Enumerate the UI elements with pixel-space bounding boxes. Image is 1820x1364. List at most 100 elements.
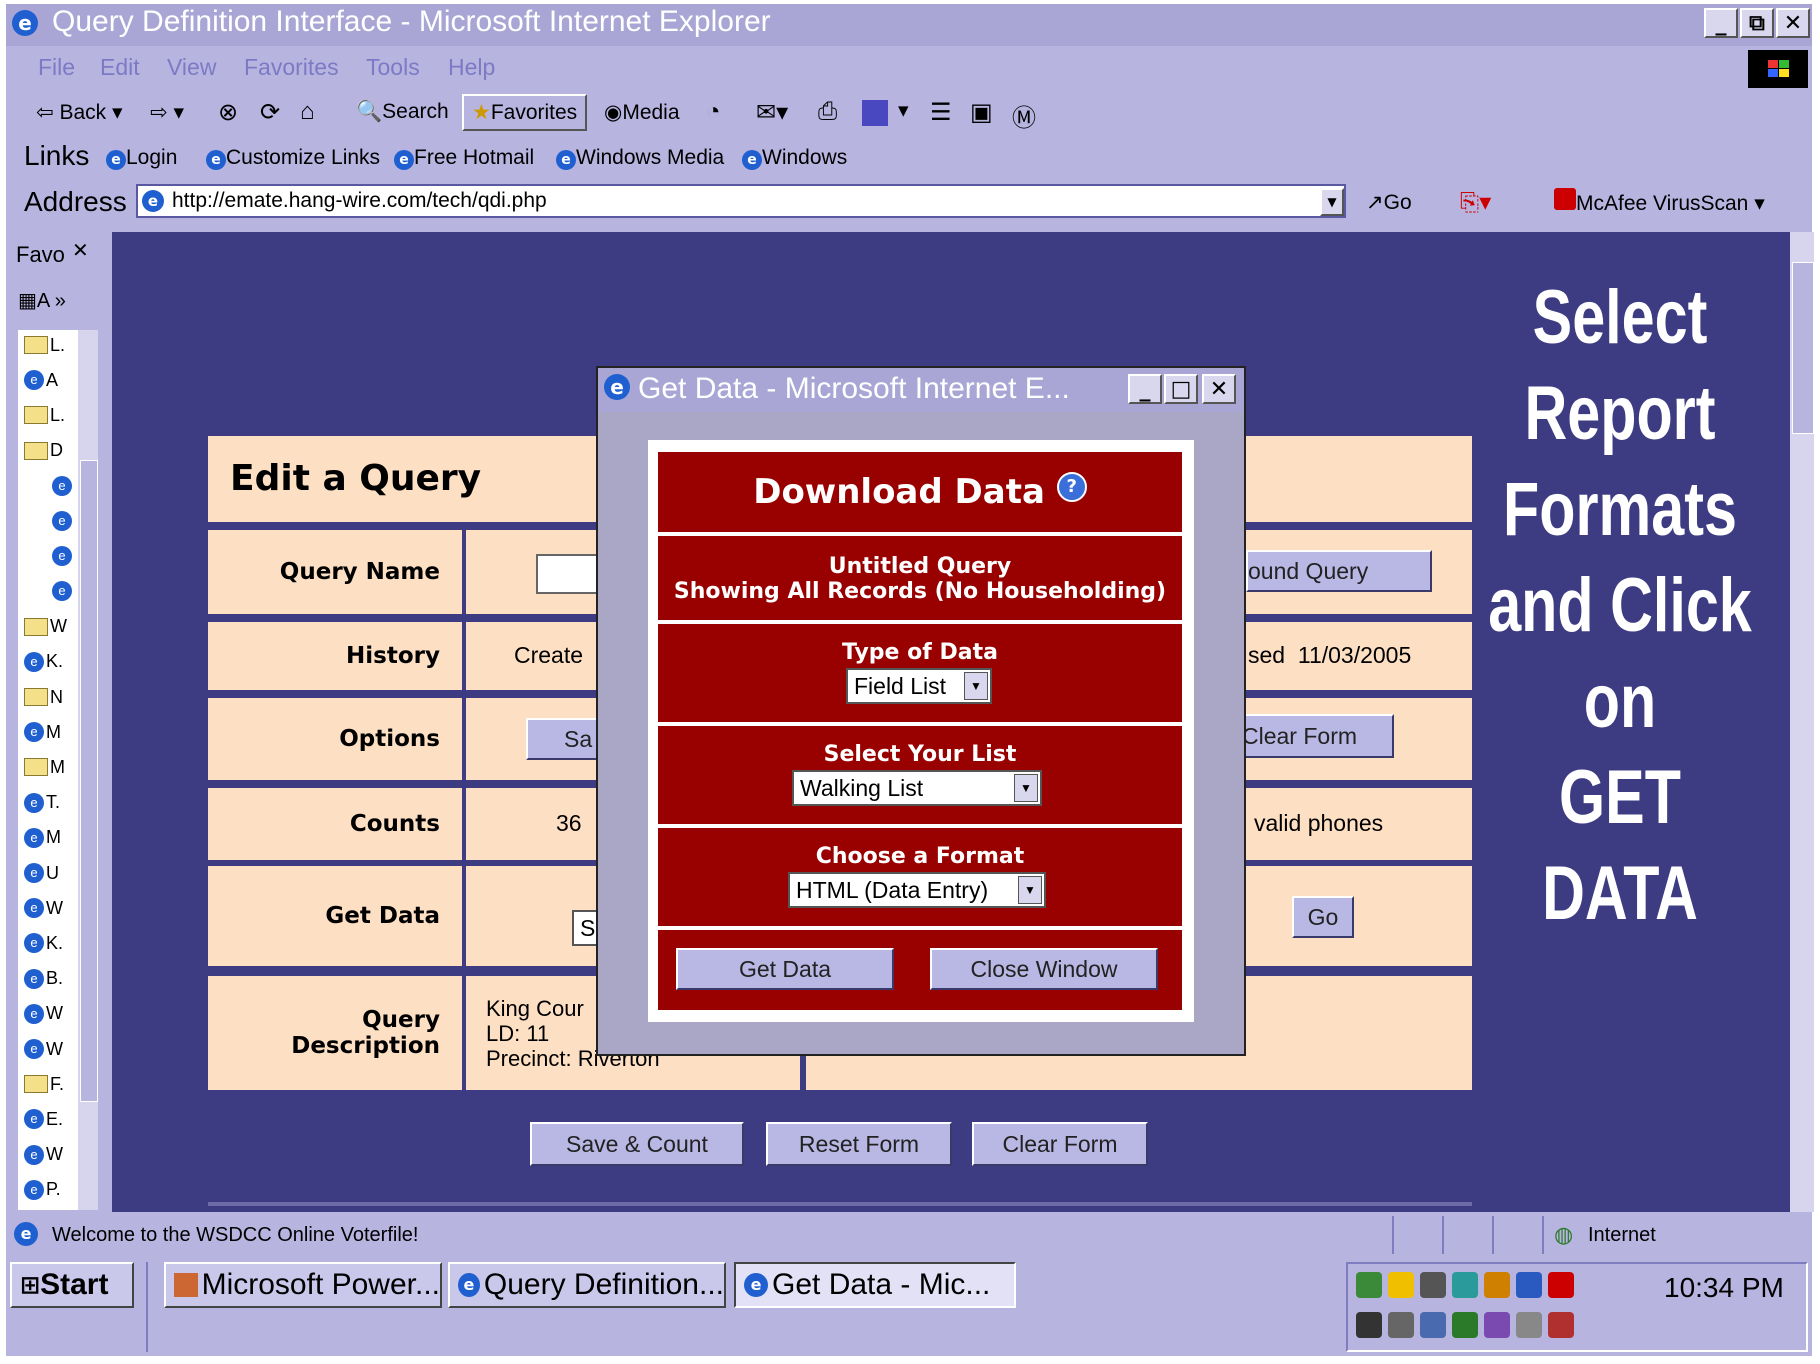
menu-favorites[interactable]: Favorites (244, 54, 339, 81)
favorites-item[interactable]: eU (24, 858, 59, 888)
popup-close-button[interactable]: ✕ (1202, 374, 1236, 404)
display-icon[interactable] (1420, 1272, 1446, 1298)
settings-tray-icon[interactable] (1516, 1312, 1542, 1338)
link-login[interactable]: e Login (106, 146, 177, 170)
favorites-item[interactable]: eM (24, 717, 61, 747)
favorites-item[interactable]: e P. (24, 1175, 61, 1205)
favorites-item[interactable]: e T. (24, 788, 60, 818)
favorites-item[interactable]: e (52, 576, 74, 606)
mcafee-tool-icon[interactable]: Ⓜ (1012, 98, 1036, 133)
favorites-item[interactable]: e K. (24, 647, 63, 677)
favorites-add-button[interactable]: ▦A » (18, 288, 66, 313)
pdf-icon[interactable]: ⎘▾ (1460, 188, 1491, 217)
favorites-item[interactable]: e (52, 541, 74, 571)
task-powerpoint[interactable]: Microsoft Power... (164, 1262, 442, 1308)
volume-icon[interactable] (1388, 1272, 1414, 1298)
favorites-item[interactable]: D (24, 436, 63, 466)
favorites-item[interactable]: N (24, 682, 63, 712)
page-scrollbar[interactable] (1790, 232, 1814, 1212)
query-name-input[interactable] (536, 554, 600, 594)
history-icon[interactable]: ◔ (706, 98, 721, 126)
favorites-item[interactable]: L. (24, 330, 65, 360)
link-customize-links[interactable]: e Customize Links (206, 146, 380, 170)
link-free-hotmail[interactable]: e Free Hotmail (394, 146, 534, 170)
stop-icon[interactable]: ⊗ (218, 98, 238, 127)
popup-maximize-button[interactable]: □ (1164, 374, 1198, 404)
select-list-select[interactable]: Walking List ▼ (792, 770, 1042, 806)
security-icon[interactable] (1452, 1272, 1478, 1298)
get-data-go-button[interactable]: Go (1292, 896, 1354, 938)
scrollbar-thumb[interactable] (1792, 262, 1814, 434)
help-icon[interactable]: ? (1056, 472, 1087, 502)
menu-help[interactable]: Help (448, 54, 495, 81)
favorites-item[interactable]: e B. (24, 964, 63, 994)
options-clear-form-button[interactable]: Clear Form (1240, 714, 1394, 758)
favorites-item[interactable]: e E. (24, 1104, 63, 1134)
clear-form-button[interactable]: Clear Form (972, 1122, 1148, 1166)
menu-tools[interactable]: Tools (366, 54, 420, 81)
favorites-close-icon[interactable]: ✕ (72, 238, 89, 263)
messenger-icon[interactable] (862, 100, 888, 126)
refresh-icon[interactable]: ⟳ (260, 98, 280, 127)
camera-icon[interactable] (1388, 1312, 1414, 1338)
menu-view[interactable]: View (167, 54, 216, 81)
close-window-button[interactable]: Close Window (930, 948, 1158, 990)
sync-icon[interactable] (1420, 1312, 1446, 1338)
notepad-icon[interactable]: ☰ (930, 98, 952, 127)
home-icon[interactable]: ⌂ (300, 98, 315, 126)
discuss-icon[interactable]: ▣ (970, 98, 993, 127)
favorites-item[interactable]: eW (24, 893, 63, 923)
dropdown-arrow-icon[interactable]: ▾ (898, 98, 909, 123)
print-icon[interactable]: ⎙ (818, 98, 837, 126)
back-button[interactable]: ⇦ Back ▾ (36, 100, 123, 125)
popup-minimize-button[interactable]: _ (1128, 374, 1162, 404)
app-tray-icon[interactable] (1484, 1312, 1510, 1338)
get-data-button[interactable]: Get Data (676, 948, 894, 990)
favorites-item[interactable]: e (52, 506, 74, 536)
minimize-button[interactable]: _ (1704, 8, 1738, 38)
address-input[interactable]: http://emate.hang-wire.com/tech/qdi.php (136, 184, 1346, 218)
alert-tray-icon[interactable] (1548, 1312, 1574, 1338)
network-icon[interactable] (1356, 1272, 1382, 1298)
menu-edit[interactable]: Edit (100, 54, 140, 81)
compound-query-button[interactable]: ound Query (1246, 550, 1432, 592)
favorites-item[interactable]: eW (24, 999, 63, 1029)
link-windows[interactable]: e Windows (742, 146, 847, 170)
favorites-item[interactable]: eM (24, 823, 61, 853)
reset-form-button[interactable]: Reset Form (766, 1122, 952, 1166)
choose-format-select[interactable]: HTML (Data Entry) ▼ (788, 872, 1046, 908)
menu-file[interactable]: File (38, 54, 75, 81)
favorites-item[interactable]: eA (24, 365, 58, 395)
go-button[interactable]: ↗Go (1366, 190, 1412, 215)
favorites-item[interactable]: eW (24, 1140, 63, 1170)
media-button[interactable]: ◉Media (604, 100, 680, 125)
mcafee-virusscan-button[interactable]: McAfee VirusScan ▾ (1554, 188, 1765, 216)
favorites-button[interactable]: ★Favorites (462, 94, 588, 131)
favorites-item[interactable]: e (52, 471, 74, 501)
restore-button[interactable]: ⧉ (1740, 8, 1774, 38)
forward-button[interactable]: ⇨ ▾ (150, 100, 184, 125)
favorites-item[interactable]: eW (24, 1034, 63, 1064)
address-dropdown-arrow[interactable]: ▼ (1320, 188, 1344, 216)
save-count-button[interactable]: Save & Count (530, 1122, 744, 1166)
favorites-item[interactable]: e K. (24, 928, 63, 958)
favorites-scrollbar[interactable] (78, 330, 98, 1210)
mcafee-shield-icon[interactable] (1452, 1312, 1478, 1338)
task-get-data[interactable]: e Get Data - Mic... (734, 1262, 1016, 1308)
update-icon[interactable] (1516, 1272, 1542, 1298)
favorites-item[interactable]: W (24, 612, 67, 642)
mcafee-tray-icon[interactable] (1548, 1272, 1574, 1298)
search-button[interactable]: 🔍Search (356, 100, 449, 124)
close-button[interactable]: ✕ (1776, 8, 1810, 38)
mail-icon[interactable]: ✉▾ (756, 98, 788, 127)
favorites-item[interactable]: L. (24, 400, 65, 430)
link-windows-media[interactable]: e Windows Media (556, 146, 724, 170)
monitor-icon[interactable] (1356, 1312, 1382, 1338)
favorites-item[interactable]: F. (24, 1069, 64, 1099)
options-save-button[interactable]: Sa (526, 718, 606, 760)
messenger-tray-icon[interactable] (1484, 1272, 1510, 1298)
favorites-item[interactable]: M (24, 752, 65, 782)
type-of-data-select[interactable]: Field List ▼ (846, 668, 992, 704)
task-query-definition[interactable]: e Query Definition... (448, 1262, 726, 1308)
start-button[interactable]: ⊞ Start (10, 1262, 134, 1308)
